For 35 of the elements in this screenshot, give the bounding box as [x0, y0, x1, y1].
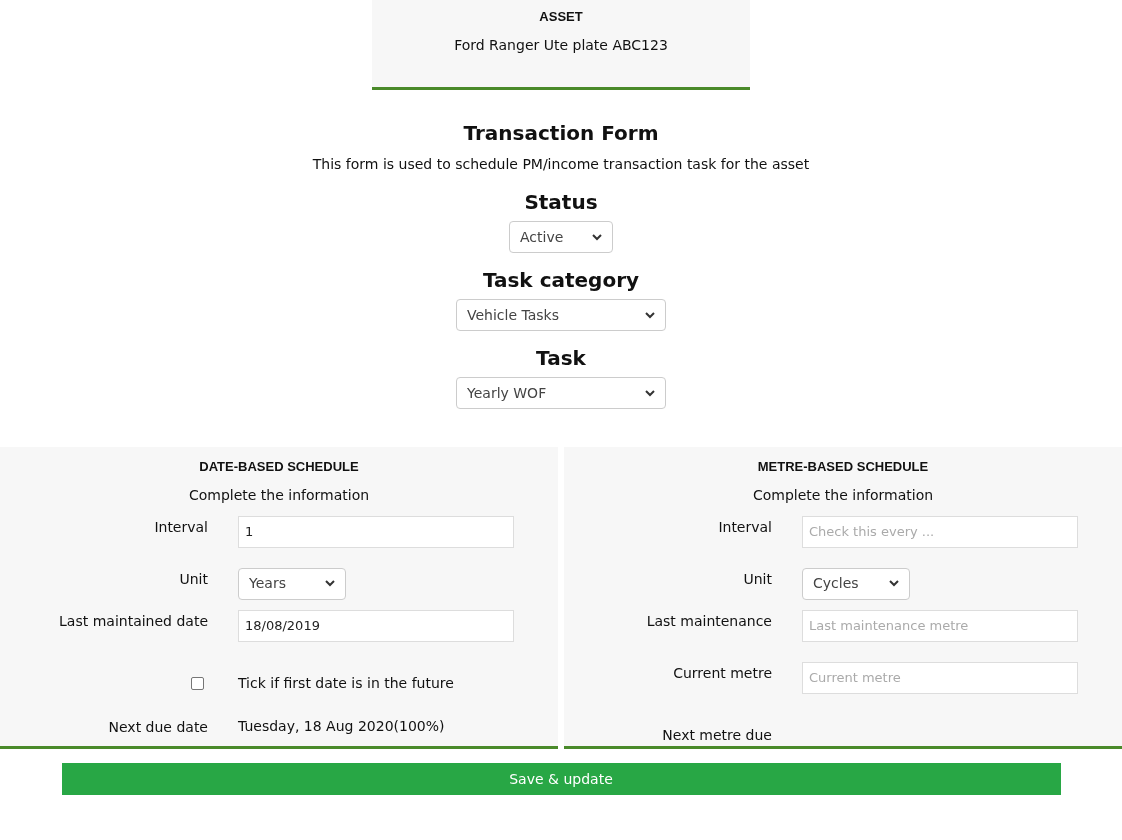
- field-label: Next due date: [108, 717, 208, 737]
- dropdown[interactable]: Years: [238, 567, 346, 600]
- form-title: Transaction Form: [463, 120, 659, 147]
- checkbox-label: Tick if first date is in the future: [238, 674, 454, 693]
- chevron-down-icon: [889, 580, 899, 587]
- panel-heading: METRE-BASED SCHEDULE: [757, 458, 929, 476]
- asset-heading: ASSET: [539, 8, 583, 26]
- section-heading: Task category: [482, 267, 640, 294]
- dropdown[interactable]: Vehicle Tasks: [456, 299, 666, 331]
- checkbox[interactable]: [191, 677, 204, 690]
- field-label: Current metre: [673, 663, 772, 683]
- field-label: Interval: [718, 517, 772, 537]
- asset-name: Ford Ranger Ute plate ABC123: [454, 35, 668, 55]
- chevron-down-icon: [645, 311, 655, 319]
- due-date-text: Tuesday, 18 Aug 2020(100%): [238, 716, 445, 736]
- field-label: Unit: [179, 569, 208, 589]
- input-field[interactable]: 18/08/2019: [238, 609, 514, 642]
- field-label: Last maintenance: [646, 611, 772, 631]
- field-label: Unit: [743, 569, 772, 589]
- dropdown[interactable]: Active: [509, 221, 613, 253]
- chevron-down-icon: [645, 389, 655, 397]
- section-heading: Task: [536, 345, 586, 372]
- field-label: Last maintained date: [59, 611, 208, 631]
- panel-subtitle: Complete the information: [188, 485, 370, 505]
- panel-heading: DATE-BASED SCHEDULE: [199, 458, 359, 476]
- field-label: Next metre due: [662, 725, 772, 745]
- field-label: Interval: [154, 517, 208, 537]
- form-description: This form is used to schedule PM/income transaction task for the asset: [312, 155, 810, 174]
- input-field[interactable]: 1: [238, 515, 514, 548]
- chevron-down-icon: [592, 233, 602, 241]
- dropdown[interactable]: Yearly WOF: [456, 377, 666, 409]
- panel-subtitle: Complete the information: [752, 485, 934, 505]
- section-heading: Status: [524, 189, 598, 216]
- dropdown[interactable]: Cycles: [802, 567, 910, 600]
- chevron-down-icon: [325, 580, 335, 587]
